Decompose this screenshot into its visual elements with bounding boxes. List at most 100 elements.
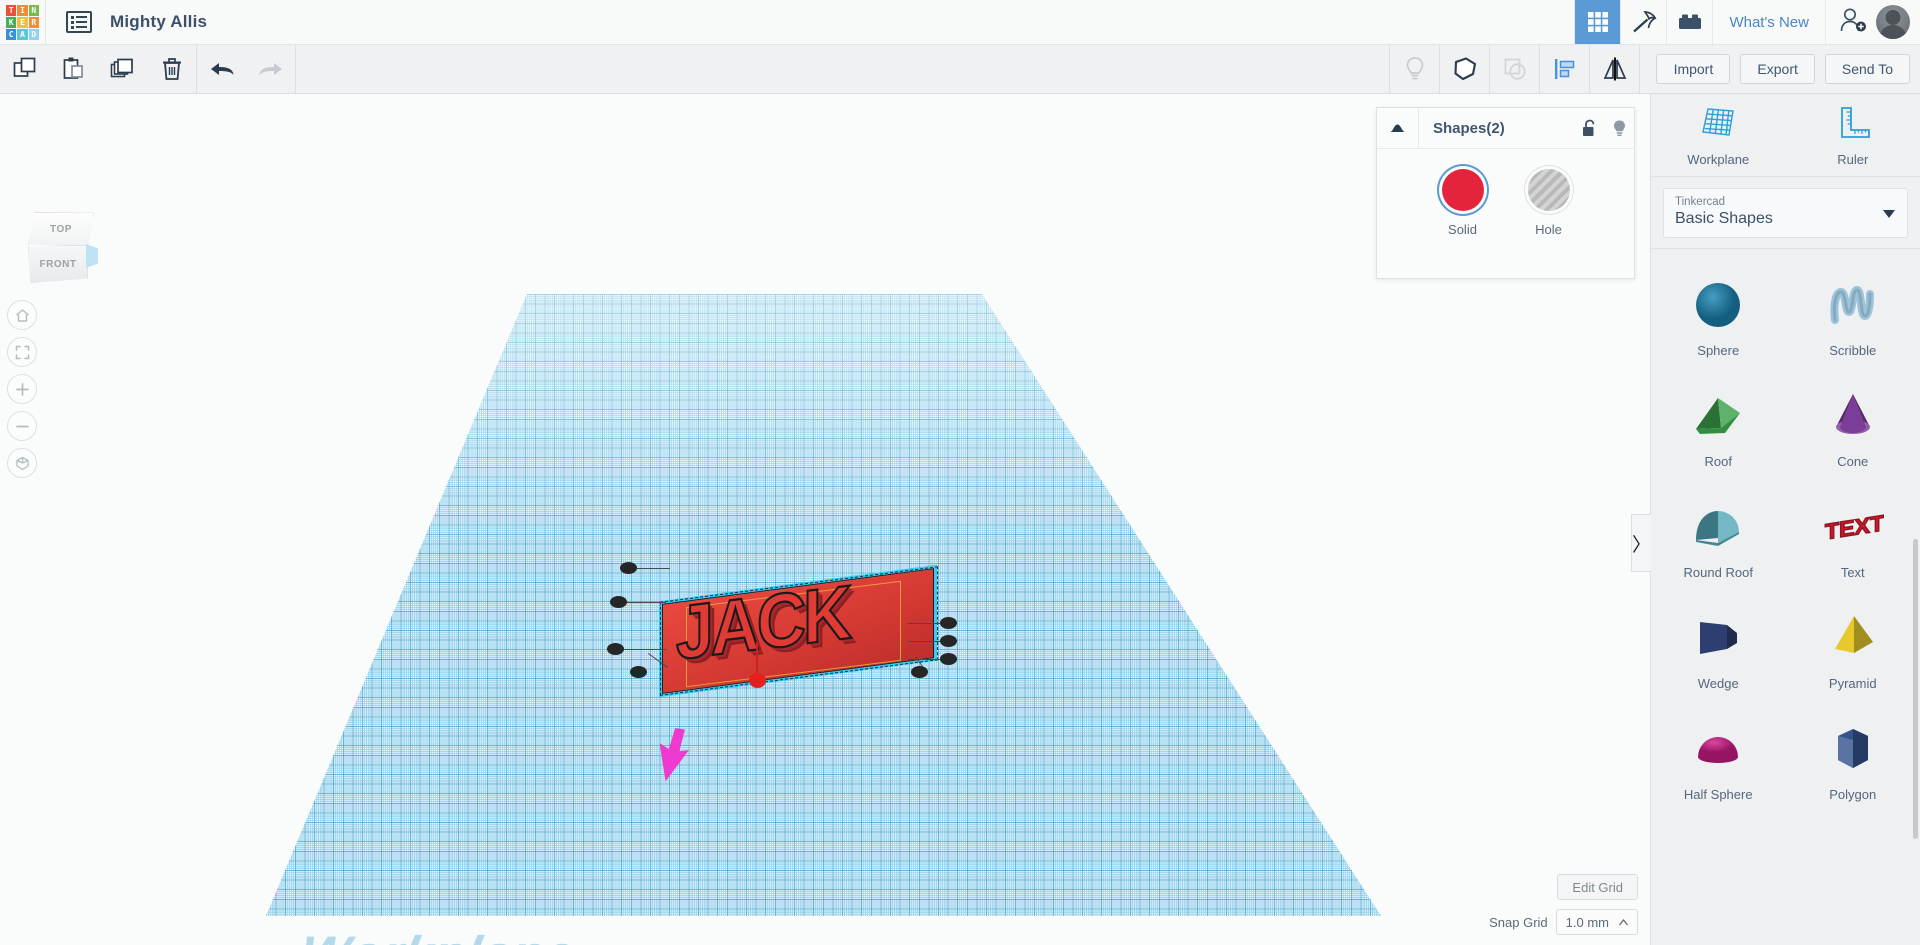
view-cube[interactable]: TOP FRONT: [22, 212, 100, 284]
scale-handle[interactable]: [911, 666, 928, 678]
shape-item-sphere[interactable]: Sphere: [1651, 257, 1786, 368]
list-menu-icon[interactable]: [66, 11, 92, 33]
handle-stem: [626, 602, 666, 603]
trash-icon[interactable]: [147, 45, 196, 94]
view-cube-right-face[interactable]: [86, 244, 98, 268]
half-sphere-icon: [1651, 717, 1786, 779]
shape-mode-hole[interactable]: Hole: [1528, 169, 1570, 237]
pickaxe-icon[interactable]: [1620, 0, 1666, 44]
snap-grid-value: 1.0 mm: [1566, 915, 1609, 930]
rotation-handle[interactable]: [749, 673, 766, 688]
collapse-up-icon[interactable]: [1377, 108, 1419, 149]
sidebar-item-ruler[interactable]: Ruler: [1786, 94, 1920, 176]
group-shape-icon[interactable]: [1440, 45, 1489, 94]
scale-handle[interactable]: [607, 643, 624, 655]
shapes-sidebar: 〉 Workplane: [1650, 94, 1920, 945]
shape-item-label: Sphere: [1651, 343, 1786, 358]
ortho-cube-icon[interactable]: [7, 448, 37, 478]
toolbar-divider-2: [295, 45, 296, 94]
ungroup-shape-icon[interactable]: [1490, 45, 1539, 94]
shapes-panel-header: Shapes(2): [1377, 108, 1634, 149]
scale-handle[interactable]: [940, 617, 957, 629]
brick-blocks-icon[interactable]: [1666, 0, 1712, 44]
history-group: [197, 45, 295, 94]
round-roof-icon: [1651, 495, 1786, 557]
shape-item-wedge[interactable]: Wedge: [1651, 590, 1786, 701]
scale-handle[interactable]: [610, 596, 627, 608]
mirror-icon[interactable]: [1590, 45, 1639, 94]
shape-item-half-sphere[interactable]: Half Sphere: [1651, 701, 1786, 812]
edit-grid-button[interactable]: Edit Grid: [1557, 874, 1638, 900]
logo-tile-r: R: [29, 17, 39, 28]
shape-item-label: Round Roof: [1651, 565, 1786, 580]
grid-view-icon[interactable]: [1574, 0, 1620, 44]
add-person-icon[interactable]: [1838, 7, 1868, 38]
snap-grid-label: Snap Grid: [1489, 915, 1548, 930]
shape-item-cone[interactable]: Cone: [1786, 368, 1920, 479]
redo-arrow-icon[interactable]: [246, 45, 295, 94]
whats-new-link[interactable]: What's New: [1712, 0, 1825, 44]
shapes-panel-title: Shapes(2): [1419, 120, 1574, 137]
account-area: [1825, 0, 1920, 44]
snap-grid-select[interactable]: 1.0 mm: [1556, 909, 1638, 935]
shape-item-label: Polygon: [1786, 787, 1920, 802]
shape-mode-solid[interactable]: Solid: [1442, 169, 1484, 237]
copy-icon[interactable]: [0, 45, 49, 94]
sidebar-item-workplane[interactable]: Workplane: [1651, 94, 1786, 176]
ruler-icon: [1834, 105, 1872, 141]
lightbulb-icon[interactable]: [1390, 45, 1439, 94]
solid-swatch[interactable]: [1442, 169, 1484, 211]
chevron-down-icon[interactable]: [1883, 210, 1895, 218]
fit-to-view-icon[interactable]: [7, 337, 37, 367]
library-dropdown[interactable]: Tinkercad Basic Shapes: [1663, 188, 1908, 238]
send-to-button[interactable]: Send To: [1825, 54, 1910, 84]
scale-handle[interactable]: [940, 635, 957, 647]
shape-item-scribble[interactable]: Scribble: [1786, 257, 1920, 368]
plus-icon[interactable]: [7, 374, 37, 404]
paste-icon[interactable]: [49, 45, 98, 94]
scale-handle[interactable]: [620, 562, 637, 574]
export-button[interactable]: Export: [1740, 54, 1814, 84]
library-owner: Tinkercad: [1675, 196, 1896, 208]
hole-swatch[interactable]: [1528, 169, 1570, 211]
shape-item-pyramid[interactable]: Pyramid: [1786, 590, 1920, 701]
minus-icon[interactable]: [7, 411, 37, 441]
shape-item-text[interactable]: TEXTText: [1786, 479, 1920, 590]
view-cube-front-face[interactable]: FRONT: [28, 245, 88, 283]
shape-item-label: Cone: [1786, 454, 1920, 469]
shape-item-round-roof[interactable]: Round Roof: [1651, 479, 1786, 590]
toolbar-divider-8: [1639, 45, 1640, 94]
handle-stem: [624, 649, 666, 650]
library-dropdown-wrap: Tinkercad Basic Shapes: [1651, 177, 1920, 248]
sidebar-collapse-chevron[interactable]: 〉: [1631, 514, 1651, 572]
avatar[interactable]: [1876, 5, 1910, 39]
scale-handle[interactable]: [630, 666, 647, 678]
home-icon[interactable]: [7, 300, 37, 330]
duplicate-icon[interactable]: [98, 45, 147, 94]
align-icon[interactable]: [1540, 45, 1589, 94]
lightbulb-icon[interactable]: [1604, 119, 1634, 138]
shapes-inspector-panel[interactable]: Shapes(2) Solid Hole: [1376, 107, 1635, 279]
snap-grid-row: Snap Grid 1.0 mm: [1489, 909, 1638, 935]
sidebar-tools: Workplane Ruler: [1651, 94, 1920, 177]
cone-icon: [1786, 384, 1920, 446]
selected-object-group[interactable]: JACK: [640, 574, 970, 724]
roof-icon: [1651, 384, 1786, 446]
logo-tile-k: K: [6, 17, 16, 28]
view-cube-top-face[interactable]: TOP: [28, 212, 94, 246]
edit-actions-group: [0, 45, 196, 94]
sidebar-scrollbar[interactable]: [1913, 539, 1918, 839]
shape-item-polygon[interactable]: Polygon: [1786, 701, 1920, 812]
top-header-bar: TINKERCAD Mighty Allis: [0, 0, 1920, 45]
shape-library-grid[interactable]: SphereScribbleRoofCone Round RoofTEXTText…: [1651, 248, 1920, 945]
handle-stem: [634, 568, 670, 569]
undo-arrow-icon[interactable]: [197, 45, 246, 94]
shape-item-label: Scribble: [1786, 343, 1920, 358]
unlock-icon[interactable]: [1574, 119, 1604, 138]
tinkercad-logo[interactable]: TINKERCAD: [0, 0, 46, 45]
import-button[interactable]: Import: [1656, 54, 1730, 84]
shape-item-roof[interactable]: Roof: [1651, 368, 1786, 479]
shape-item-label: Wedge: [1651, 676, 1786, 691]
scale-handle[interactable]: [940, 653, 957, 665]
sidebar-item-label: Workplane: [1651, 152, 1786, 167]
